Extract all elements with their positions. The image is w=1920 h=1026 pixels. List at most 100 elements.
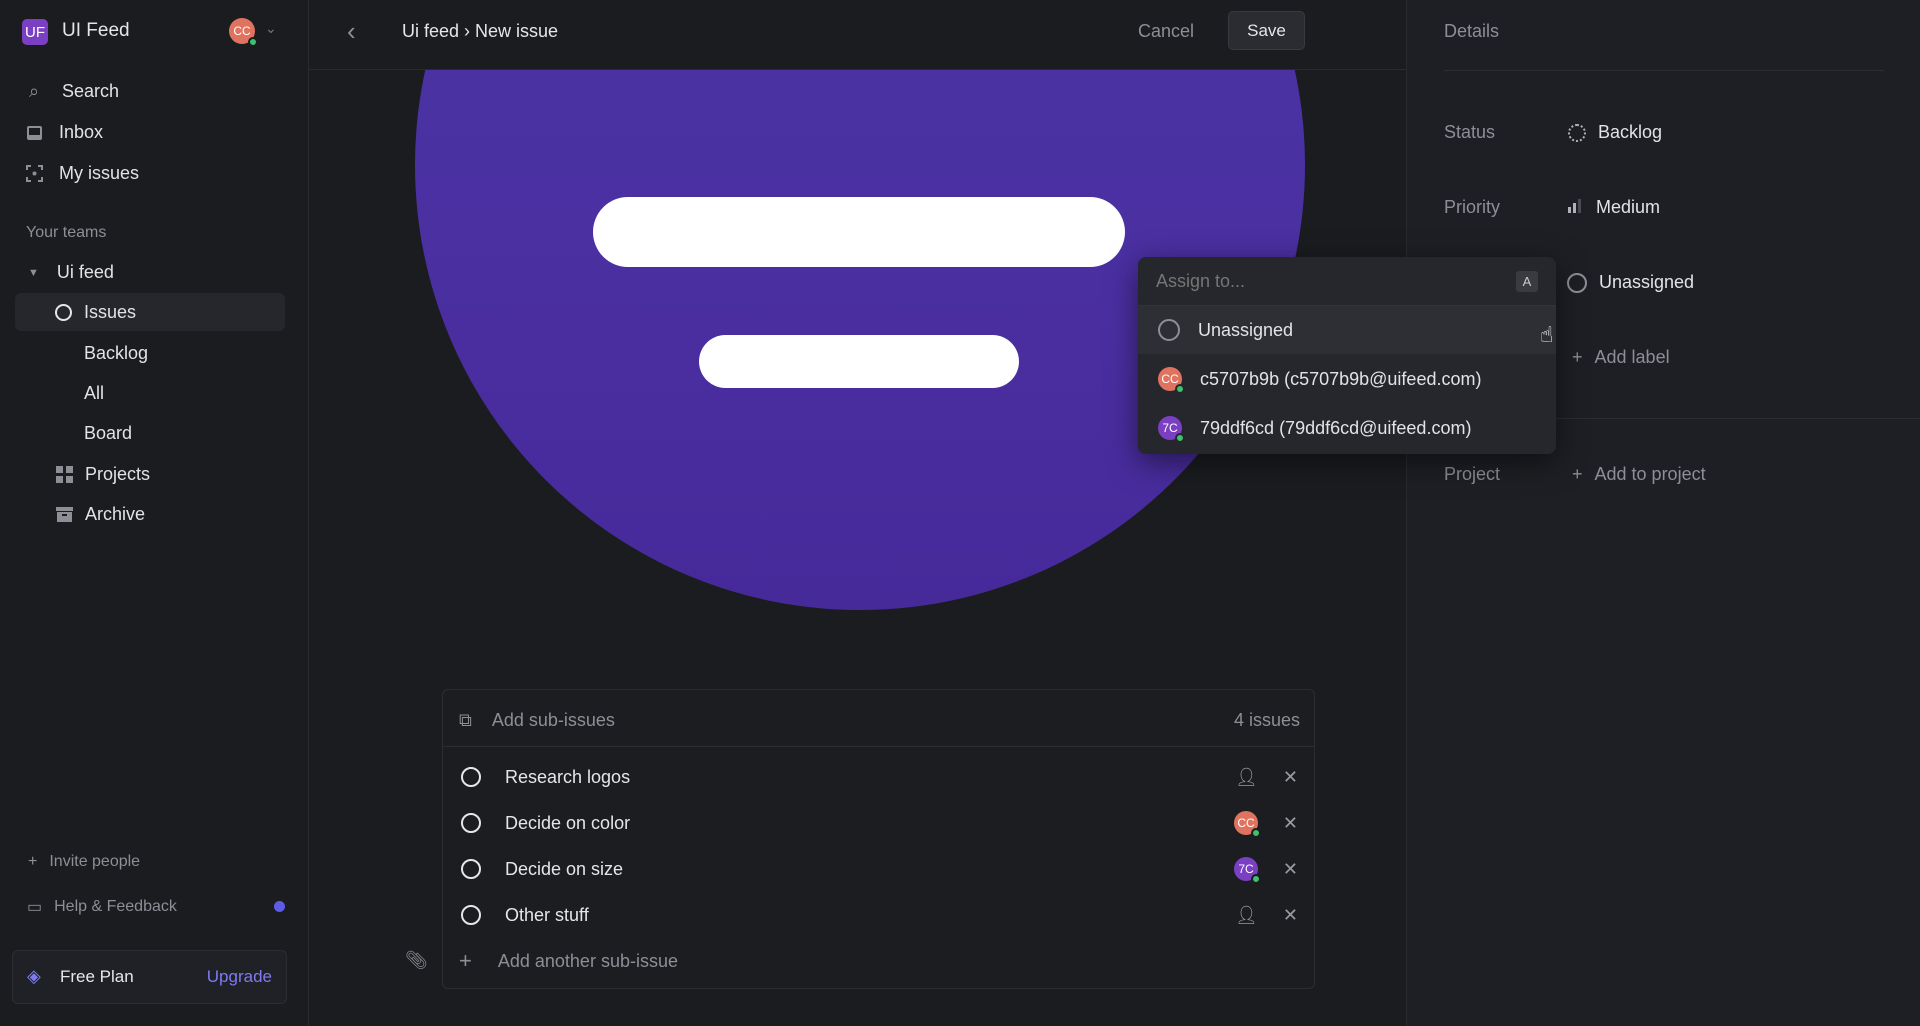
details-title: Details: [1444, 21, 1500, 41]
notification-dot: [274, 901, 285, 912]
priority-select[interactable]: Medium: [1568, 197, 1660, 218]
close-icon[interactable]: ✕: [1283, 813, 1298, 834]
status-select[interactable]: Backlog: [1568, 122, 1662, 143]
status-circle-icon[interactable]: [461, 767, 481, 787]
sub-issue-row[interactable]: Decide on color CC ✕: [443, 800, 1316, 846]
my-issues-icon: [25, 165, 43, 183]
sub-issue-row[interactable]: Decide on size 7C ✕: [443, 846, 1316, 892]
priority-bars-icon: [1568, 197, 1584, 218]
back-chevron-icon[interactable]: ‹: [347, 16, 356, 47]
attachment-icon[interactable]: 📎︎: [405, 950, 428, 971]
breadcrumb: Ui feed › New issue: [402, 21, 559, 41]
sub-issue-title[interactable]: Decide on color: [505, 813, 630, 834]
issues-circle-icon: [55, 304, 72, 321]
chevron-down-icon[interactable]: ⌄: [265, 20, 277, 37]
sidebar-item-label: Issues: [84, 302, 137, 322]
sidebar-item-archive[interactable]: Archive: [55, 504, 145, 525]
logo-image-bar-top: [593, 197, 1125, 267]
archive-icon: [55, 506, 73, 524]
invite-label: Invite people: [49, 853, 141, 870]
assignee-avatar[interactable]: 7C: [1234, 857, 1261, 884]
project-label: Project: [1444, 464, 1501, 484]
plus-icon: +: [459, 948, 472, 973]
assignee-avatar[interactable]: CC: [1234, 811, 1261, 838]
team-ui-feed[interactable]: ▼ Ui feed: [28, 262, 114, 283]
avatar: 7C: [1158, 416, 1185, 443]
priority-value: Medium: [1596, 197, 1661, 217]
divider: [443, 746, 1314, 747]
assign-option-user[interactable]: CC c5707b9b (c5707b9b@uifeed.com): [1138, 355, 1556, 403]
sidebar: UF UI Feed CC ⌄ ⌕ Search Inbox My issues …: [0, 0, 309, 1026]
sidebar-item-inbox[interactable]: Inbox: [25, 122, 103, 143]
help-feedback-button[interactable]: ▭ Help & Feedback: [27, 897, 177, 917]
sidebar-item-search[interactable]: ⌕ Search: [25, 81, 119, 102]
shortcut-badge: A: [1516, 271, 1538, 292]
status-label: Status: [1444, 122, 1496, 142]
sidebar-item-label: All: [84, 383, 105, 403]
avatar: CC: [1234, 811, 1261, 838]
teams-heading: Your teams: [26, 224, 107, 241]
sidebar-item-label: Backlog: [84, 343, 149, 363]
sidebar-item-board[interactable]: Board: [84, 423, 132, 444]
upgrade-link[interactable]: Upgrade: [207, 967, 272, 987]
add-label-button[interactable]: + Add label: [1572, 347, 1670, 368]
sub-issues-panel: ⧉ Add sub-issues 4 issues Research logos…: [442, 689, 1315, 989]
workspace-name[interactable]: UI Feed: [62, 20, 130, 42]
assign-option-unassigned[interactable]: Unassigned: [1138, 306, 1556, 354]
close-icon[interactable]: ✕: [1283, 905, 1298, 926]
close-icon[interactable]: ✕: [1283, 767, 1298, 788]
option-label: Unassigned: [1198, 319, 1294, 340]
status-value: Backlog: [1598, 122, 1663, 142]
sidebar-item-my-issues[interactable]: My issues: [25, 163, 139, 184]
sidebar-item-label: Archive: [85, 504, 146, 524]
hand-cursor-icon: ☝︎: [1540, 322, 1554, 347]
sub-issue-title[interactable]: Decide on size: [505, 859, 623, 880]
plan-box: ◈ Free Plan Upgrade: [12, 950, 287, 1004]
add-to-project-button[interactable]: + Add to project: [1572, 464, 1706, 485]
team-name: Ui feed: [56, 262, 114, 282]
issues-count: 4 issues: [1233, 709, 1300, 730]
sub-issue-title[interactable]: Research logos: [505, 767, 630, 788]
status-circle-icon[interactable]: [461, 813, 481, 833]
sub-issue-title[interactable]: Other stuff: [505, 905, 589, 926]
sidebar-item-all[interactable]: All: [84, 383, 104, 404]
assign-search-input[interactable]: [1138, 257, 1508, 305]
status-circle-icon[interactable]: [461, 859, 481, 879]
sidebar-item-label: Board: [84, 423, 133, 443]
workspace-logo: UF: [22, 19, 48, 45]
sub-issues-icon: ⧉: [459, 709, 472, 730]
invite-people-button[interactable]: + Invite people: [28, 853, 140, 871]
avatar: CC: [1158, 367, 1185, 394]
add-sub-issues-header[interactable]: ⧉ Add sub-issues 4 issues: [443, 697, 1316, 743]
priority-label: Priority: [1444, 197, 1501, 217]
sidebar-item-projects[interactable]: Projects: [55, 464, 150, 485]
unassigned-icon: [1567, 272, 1587, 293]
assignee-select[interactable]: Unassigned: [1567, 272, 1694, 293]
assign-option-user[interactable]: 7C 79ddf6cd (79ddf6cd@uifeed.com): [1138, 404, 1556, 452]
backlog-icon: [1568, 123, 1586, 142]
status-circle-icon[interactable]: [461, 905, 481, 925]
help-label: Help & Feedback: [54, 898, 177, 915]
sidebar-item-label: Inbox: [59, 122, 104, 142]
sub-issue-row[interactable]: Other stuff 👤︎ ✕: [443, 892, 1316, 938]
close-icon[interactable]: ✕: [1283, 859, 1298, 880]
save-button[interactable]: Save: [1228, 11, 1305, 50]
header: ‹ Ui feed › New issue Cancel Save: [309, 0, 1406, 70]
sub-issue-row[interactable]: Research logos 👤︎ ✕: [443, 754, 1316, 800]
plus-icon: +: [1572, 347, 1583, 367]
assign-user-icon[interactable]: 👤︎: [1235, 905, 1258, 926]
projects-grid-icon: [55, 466, 73, 484]
plus-icon: +: [28, 853, 38, 870]
divider: [1444, 70, 1884, 71]
assign-user-icon[interactable]: 👤︎: [1235, 767, 1258, 788]
add-another-sub-issue[interactable]: + Add another sub-issue: [443, 938, 1316, 984]
sidebar-item-issues-label[interactable]: Issues: [55, 302, 136, 323]
user-avatar[interactable]: CC: [229, 18, 258, 47]
option-label: c5707b9b (c5707b9b@uifeed.com): [1200, 368, 1482, 389]
details-panel: Details Status Backlog Priority Medium U…: [1406, 0, 1920, 1026]
sidebar-item-backlog[interactable]: Backlog: [84, 343, 148, 364]
add-to-project-text: Add to project: [1594, 464, 1706, 484]
add-another-label: Add another sub-issue: [497, 950, 678, 971]
cancel-button[interactable]: Cancel: [1138, 21, 1194, 42]
logo-image-bar-bottom: [699, 335, 1019, 388]
